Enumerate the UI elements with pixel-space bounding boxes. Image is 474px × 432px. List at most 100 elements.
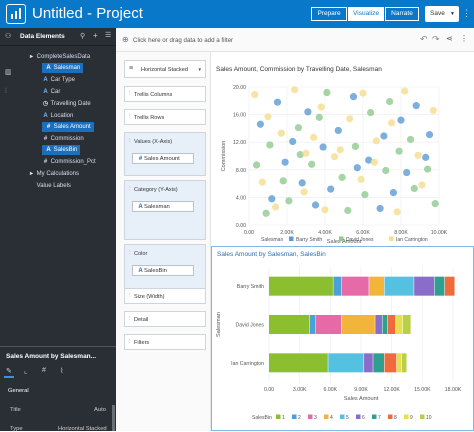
scatter-point <box>389 188 397 197</box>
bar-visualization[interactable]: Sales Amount by Salesman, SalesBin 0.00 3… <box>211 246 474 431</box>
tree-item[interactable]: ▸ My Calculations <box>28 169 79 179</box>
chevron-down-icon[interactable]: ▼ <box>450 6 455 22</box>
legend-swatch <box>388 414 393 419</box>
legend-swatch <box>339 236 344 241</box>
x-tick-label: 0.00 <box>244 230 254 236</box>
canvas: ⊕ Click here or drag data to add a filte… <box>116 28 474 431</box>
tree-item-label: Car <box>49 89 61 95</box>
more-menu-icon[interactable]: ⋮ <box>462 8 471 18</box>
bar-segment <box>384 353 397 373</box>
legend-swatch <box>420 414 425 419</box>
tree-item[interactable]: A Car <box>42 87 60 97</box>
scatter-point <box>266 141 274 149</box>
project-title: Untitled - Project <box>32 5 143 22</box>
tree-item[interactable]: # Commission_Pct <box>42 157 96 167</box>
tree-item[interactable]: A Location <box>42 111 73 121</box>
legend-label: 9 <box>410 415 413 421</box>
color-pill[interactable]: ASalesBin <box>132 265 194 276</box>
undo-icon[interactable]: ↶ <box>420 34 428 45</box>
bar-segment <box>269 353 328 373</box>
detail-drop[interactable]: ⋮ Detail <box>124 311 206 327</box>
data-elements-header: Data Elements <box>20 33 65 40</box>
data-elements-icon[interactable]: ⚇ <box>5 32 11 40</box>
visualizations-icon[interactable]: ▥ <box>5 68 12 76</box>
general-tab-icon[interactable]: ✎ <box>6 367 12 375</box>
scatter-plot: 0.00 4.00 8.00 12.00 16.00 20.00 0.00 2.00K 4.00… <box>221 85 448 245</box>
legend-swatch <box>276 414 281 419</box>
scatter-point <box>338 173 346 181</box>
narrate-button[interactable]: Narrate <box>385 7 419 21</box>
chart-type-selector[interactable]: ≡ Horizontal Stacked ▼ <box>124 60 206 78</box>
number-tab-icon[interactable]: # <box>42 367 46 374</box>
left-panel: ⚇ Data Elements ⚲ + ☰ ▥ ⫶ ▸ CompleteSale… <box>0 28 116 432</box>
general-section-label: General <box>8 388 29 394</box>
bar-segment <box>387 315 396 334</box>
values-pill[interactable]: # Sales Amount <box>132 153 194 164</box>
canvas-menu-icon[interactable]: ⋮ <box>460 34 468 43</box>
scatter-visualization[interactable]: Sales Amount, Commission by Travelling D… <box>211 52 474 246</box>
title-property-value[interactable]: Auto <box>94 407 106 413</box>
share-icon[interactable]: ⋖ <box>446 34 453 43</box>
bar-segment <box>333 276 342 296</box>
tree-item-label: Value Labels <box>35 183 71 189</box>
filters-label: Filters <box>134 340 150 346</box>
filter-bar[interactable]: ⊕ Click here or drag data to add a filte… <box>116 28 474 52</box>
scatter-point <box>294 124 302 132</box>
analytics-icon[interactable]: ⫶ <box>5 88 7 96</box>
visualize-button[interactable]: Visualize <box>348 7 384 21</box>
scatter-point <box>264 113 272 121</box>
legend-swatch <box>389 236 394 241</box>
tree-item[interactable]: A SalesBin <box>42 145 81 155</box>
y-tick-label: 12.00 <box>233 140 246 146</box>
type-property-value[interactable]: Horizontal Stacked <box>58 426 110 432</box>
scatter-point <box>418 181 426 189</box>
bar-segment <box>375 315 382 334</box>
attribute-icon: A <box>43 77 48 83</box>
tree-item[interactable]: # Commission <box>42 134 84 144</box>
scatter-point <box>253 161 261 169</box>
legend-swatch <box>340 414 345 419</box>
y-tick-label: 4.00 <box>236 195 246 201</box>
size-drop[interactable]: ⋮ Size (Width) <box>124 288 206 304</box>
trellis-rows-drop[interactable]: ⋮ Trellis Rows <box>124 109 206 125</box>
tree-item-label: CompleteSalesData <box>35 54 91 60</box>
legend-swatch <box>308 414 313 419</box>
top-bar: Untitled - Project Prepare Visualize Nar… <box>0 0 474 28</box>
category-pill[interactable]: ASalesman <box>132 201 194 212</box>
scatter-point <box>330 153 339 161</box>
list-menu-icon[interactable]: ☰ <box>105 31 111 39</box>
prepare-button[interactable]: Prepare <box>311 7 347 21</box>
tree-item[interactable]: # Sales Amount <box>42 122 94 132</box>
tree-item[interactable]: A Salesman <box>42 63 84 73</box>
legend-title: Salesman <box>261 237 283 243</box>
tree-item[interactable]: Value Labels <box>28 181 71 191</box>
scatter-point <box>251 90 259 99</box>
tree-item[interactable]: ◷ Travelling Date <box>42 99 91 109</box>
analytics-tab-icon[interactable]: ⌇ <box>60 367 63 375</box>
legend-label: David Jones <box>346 237 374 243</box>
tree-item-label: Travelling Date <box>49 101 91 107</box>
filters-drop[interactable]: ⋮ Filters <box>124 334 206 350</box>
scatter-point <box>289 137 297 146</box>
trellis-columns-drop[interactable]: ⋮ Trellis Columns <box>124 86 206 102</box>
values-drop[interactable]: ⋮ Values (X-Axis) # Sales Amount <box>124 132 206 176</box>
redo-icon[interactable]: ↷ <box>432 34 440 45</box>
search-icon[interactable]: ⚲ <box>80 32 85 40</box>
legend-swatch <box>292 414 297 419</box>
add-filter-icon[interactable]: ⊕ <box>122 35 129 44</box>
measure-icon: # <box>43 136 48 142</box>
tree-item[interactable]: ▸ CompleteSalesData <box>28 52 90 62</box>
add-icon[interactable]: + <box>93 31 98 40</box>
tree-item[interactable]: A Car Type <box>42 75 75 85</box>
scatter-point <box>403 168 411 177</box>
axis-tab-icon[interactable]: ⌞ <box>24 367 27 375</box>
y-tick-label: 0.00 <box>236 223 246 229</box>
scatter-point <box>353 164 361 172</box>
properties-scrollbar[interactable] <box>112 405 115 431</box>
save-button[interactable]: Save ▼ <box>425 6 459 22</box>
category-drop[interactable]: ⋮ Category (Y-Axis) ASalesman <box>124 180 206 240</box>
y-tick-label: 16.00 <box>233 113 246 119</box>
x-tick-label: 15.00K <box>414 387 431 393</box>
scatter-point <box>285 197 293 205</box>
scatter-point <box>397 116 405 124</box>
